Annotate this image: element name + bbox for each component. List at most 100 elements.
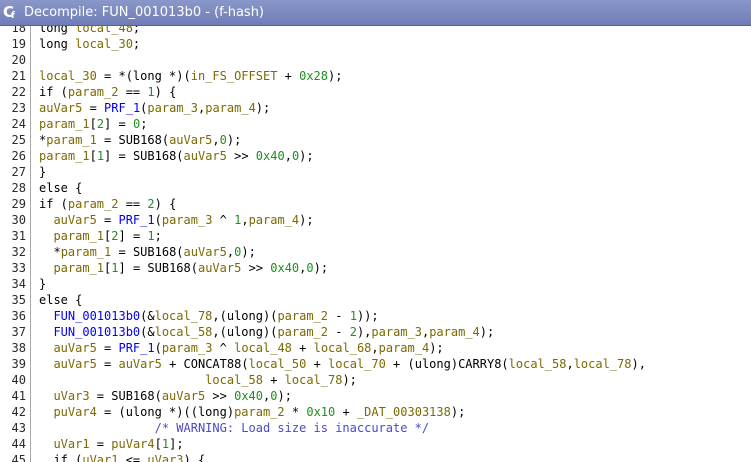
- code-line[interactable]: 22 if (param_2 == 1) {: [0, 84, 751, 100]
- code-token[interactable]: local_78: [574, 357, 632, 371]
- code-token[interactable]: param_3: [147, 101, 198, 115]
- code-token[interactable]: param_4: [205, 101, 256, 115]
- code-token[interactable]: auVar5: [162, 389, 205, 403]
- code-line[interactable]: 26 param_1[1] = SUB168(auVar5 >> 0x40,0);: [0, 148, 751, 164]
- code-token[interactable]: local_78: [155, 309, 213, 323]
- code-text[interactable]: FUN_001013b0(&local_58,(ulong)(param_2 -…: [39, 324, 494, 340]
- code-line[interactable]: 30 auVar5 = PRF_1(param_3 ^ 1,param_4);: [0, 212, 751, 228]
- code-token[interactable]: local_70: [328, 357, 386, 371]
- code-text[interactable]: if (param_2 == 1) {: [39, 84, 176, 100]
- code-line[interactable]: 38 auVar5 = PRF_1(param_3 ^ local_48 + l…: [0, 340, 751, 356]
- code-token[interactable]: param_3: [162, 341, 213, 355]
- code-token[interactable]: FUN_001013b0: [39, 309, 140, 323]
- code-text[interactable]: if (param_2 == 2) {: [39, 196, 176, 212]
- window-titlebar[interactable]: Cf Decompile: FUN_001013b0 - (f-hash): [0, 0, 751, 26]
- code-line[interactable]: 23 auVar5 = PRF_1(param_3,param_4);: [0, 100, 751, 116]
- code-token[interactable]: auVar5: [39, 341, 96, 355]
- code-line[interactable]: 34}: [0, 276, 751, 292]
- code-text[interactable]: puVar4 = (ulong *)((long)param_2 * 0x10 …: [39, 404, 465, 420]
- code-text[interactable]: param_1[1] = SUB168(auVar5 >> 0x40,0);: [39, 148, 314, 164]
- code-line[interactable]: 33 param_1[1] = SUB168(auVar5 >> 0x40,0)…: [0, 260, 751, 276]
- code-token[interactable]: auVar5: [198, 261, 241, 275]
- code-token[interactable]: local_48: [75, 26, 133, 35]
- code-token[interactable]: local_48: [234, 341, 292, 355]
- code-text[interactable]: else {: [39, 180, 82, 196]
- code-token[interactable]: param_3: [371, 325, 422, 339]
- code-token[interactable]: param_1: [39, 229, 104, 243]
- code-line[interactable]: 40 local_58 + local_78);: [0, 372, 751, 388]
- code-token[interactable]: local_68: [314, 341, 372, 355]
- code-text[interactable]: local_30 = *(long *)(in_FS_OFFSET + 0x28…: [39, 68, 342, 84]
- code-token[interactable]: auVar5: [184, 149, 227, 163]
- code-token[interactable]: FUN_001013b0: [39, 325, 140, 339]
- code-line[interactable]: 41 uVar3 = SUB168(auVar5 >> 0x40,0);: [0, 388, 751, 404]
- code-token[interactable]: param_2: [277, 325, 328, 339]
- code-token[interactable]: param_2: [277, 309, 328, 323]
- code-line[interactable]: 20: [0, 52, 751, 68]
- code-token[interactable]: uVar3: [147, 453, 183, 462]
- code-line[interactable]: 21 local_30 = *(long *)(in_FS_OFFSET + 0x…: [0, 68, 751, 84]
- code-token[interactable]: in_FS_OFFSET: [191, 69, 278, 83]
- code-token[interactable]: auVar5: [169, 133, 212, 147]
- code-text[interactable]: }: [39, 276, 46, 292]
- code-token[interactable]: param_4: [379, 341, 430, 355]
- code-text[interactable]: param_1[2] = 1;: [39, 228, 161, 244]
- code-text[interactable]: param_1[2] = 0;: [39, 116, 147, 132]
- code-token[interactable]: auVar5: [39, 357, 96, 371]
- code-line[interactable]: 19 long local_30;: [0, 36, 751, 52]
- code-token[interactable]: param_3: [162, 213, 213, 227]
- code-token[interactable]: _DAT_00303138: [357, 405, 451, 419]
- code-token[interactable]: PRF_1: [118, 213, 154, 227]
- code-token[interactable]: PRF_1: [118, 341, 154, 355]
- code-text[interactable]: FUN_001013b0(&local_78,(ulong)(param_2 -…: [39, 308, 378, 324]
- code-token[interactable]: uVar3: [39, 389, 89, 403]
- code-token[interactable]: param_1: [46, 133, 97, 147]
- code-token[interactable]: param_1: [39, 117, 90, 131]
- code-text[interactable]: auVar5 = PRF_1(param_3,param_4);: [39, 100, 270, 116]
- code-line[interactable]: 32 *param_1 = SUB168(auVar5,0);: [0, 244, 751, 260]
- code-token[interactable]: auVar5: [184, 245, 227, 259]
- code-token[interactable]: local_30: [39, 69, 97, 83]
- code-token[interactable]: local_58: [155, 325, 213, 339]
- code-line[interactable]: 36 FUN_001013b0(&local_78,(ulong)(param_…: [0, 308, 751, 324]
- code-line[interactable]: 29 if (param_2 == 2) {: [0, 196, 751, 212]
- code-token[interactable]: param_1: [39, 261, 104, 275]
- code-token[interactable]: puVar4: [39, 405, 96, 419]
- code-line[interactable]: 27}: [0, 164, 751, 180]
- code-text[interactable]: if (uVar1 <= uVar3) {: [39, 452, 205, 462]
- code-text[interactable]: /* WARNING: Load size is inaccurate */: [39, 420, 430, 436]
- code-text[interactable]: auVar5 = PRF_1(param_3 ^ 1,param_4);: [39, 212, 313, 228]
- code-text[interactable]: long local_48;: [39, 26, 140, 36]
- code-token[interactable]: puVar4: [111, 437, 154, 451]
- code-line[interactable]: 31 param_1[2] = 1;: [0, 228, 751, 244]
- code-token[interactable]: auVar5: [39, 213, 96, 227]
- code-token[interactable]: uVar1: [39, 437, 89, 451]
- code-token[interactable]: local_78: [285, 373, 343, 387]
- code-text[interactable]: uVar3 = SUB168(auVar5 >> 0x40,0);: [39, 388, 291, 404]
- code-token[interactable]: local_50: [249, 357, 307, 371]
- code-token[interactable]: local_58: [509, 357, 567, 371]
- code-line[interactable]: 28 else {: [0, 180, 751, 196]
- code-line[interactable]: 24 param_1[2] = 0;: [0, 116, 751, 132]
- code-token[interactable]: PRF_1: [104, 101, 140, 115]
- decompiler-code-view[interactable]: 18 long local_48; 19 long local_30; 20 21 loca…: [0, 26, 751, 462]
- code-line[interactable]: 44 uVar1 = puVar4[1];: [0, 436, 751, 452]
- code-line[interactable]: 39 auVar5 = auVar5 + CONCAT88(local_50 +…: [0, 356, 751, 372]
- code-text[interactable]: param_1[1] = SUB168(auVar5 >> 0x40,0);: [39, 260, 328, 276]
- code-token[interactable]: auVar5: [39, 101, 82, 115]
- code-line[interactable]: 18 long local_48;: [0, 26, 751, 36]
- code-line[interactable]: 37 FUN_001013b0(&local_58,(ulong)(param_…: [0, 324, 751, 340]
- code-token[interactable]: param_2: [68, 85, 119, 99]
- code-token[interactable]: uVar1: [82, 453, 118, 462]
- code-line[interactable]: 45 if (uVar1 <= uVar3) {: [0, 452, 751, 462]
- code-token[interactable]: param_2: [234, 405, 285, 419]
- code-token[interactable]: local_30: [75, 37, 133, 51]
- code-line[interactable]: 43 /* WARNING: Load size is inaccurate *…: [0, 420, 751, 436]
- code-line[interactable]: 42 puVar4 = (ulong *)((long)param_2 * 0x…: [0, 404, 751, 420]
- code-token[interactable]: auVar5: [118, 357, 161, 371]
- code-line[interactable]: 35 else {: [0, 292, 751, 308]
- code-text[interactable]: uVar1 = puVar4[1];: [39, 436, 183, 452]
- code-text[interactable]: *param_1 = SUB168(auVar5,0);: [39, 132, 241, 148]
- code-token[interactable]: param_1: [61, 245, 112, 259]
- code-token[interactable]: param_4: [249, 213, 300, 227]
